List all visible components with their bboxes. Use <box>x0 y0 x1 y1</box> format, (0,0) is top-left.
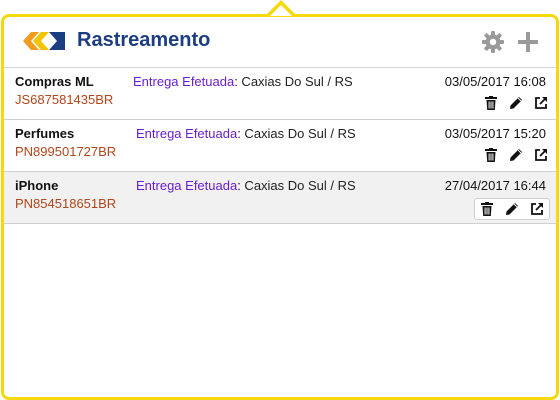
tracking-code: PN854518651BR <box>15 196 117 211</box>
status-datetime: 03/05/2017 16:08 <box>444 74 546 89</box>
tracking-code: PN899501727BR <box>15 144 117 159</box>
status-location: : Caxias Do Sul / RS <box>237 178 356 193</box>
tracking-row[interactable]: iPhone PN854518651BR Entrega Efetuada: C… <box>4 172 556 224</box>
status-label: Entrega Efetuada <box>133 74 235 89</box>
item-name: Perfumes <box>15 126 75 141</box>
external-link-icon <box>531 203 543 215</box>
open-external-button[interactable] <box>532 94 550 112</box>
pencil-icon <box>510 97 522 109</box>
status-location: : Caxias Do Sul / RS <box>234 74 353 89</box>
row-actions <box>482 94 550 112</box>
status-label: Entrega Efetuada <box>136 178 238 193</box>
status-text: Entrega Efetuada: Caxias Do Sul / RS <box>136 178 356 193</box>
row-actions <box>474 198 550 220</box>
delete-button[interactable] <box>482 94 500 112</box>
status-datetime: 03/05/2017 15:20 <box>444 126 546 141</box>
open-external-button[interactable] <box>532 146 550 164</box>
popup-header: Rastreamento <box>4 17 556 68</box>
pencil-icon <box>506 203 518 215</box>
pencil-icon <box>510 149 522 161</box>
external-link-icon <box>535 97 547 109</box>
edit-button[interactable] <box>507 146 525 164</box>
tracking-code: JS687581435BR <box>15 92 114 107</box>
trash-icon <box>485 148 497 162</box>
item-name: iPhone <box>15 178 59 193</box>
gear-icon <box>482 31 504 53</box>
tracking-popup: Rastreamento Compras ML JS687581435BR En… <box>1 14 559 400</box>
correios-logo-icon <box>23 32 65 50</box>
delete-button[interactable] <box>482 146 500 164</box>
page-title: Rastreamento <box>77 29 211 51</box>
add-tracking-button[interactable] <box>516 30 540 59</box>
edit-button[interactable] <box>503 200 521 218</box>
status-datetime: 27/04/2017 16:44 <box>444 178 546 193</box>
trash-icon <box>481 202 493 216</box>
row-actions <box>482 146 550 164</box>
trash-icon <box>485 96 497 110</box>
status-text: Entrega Efetuada: Caxias Do Sul / RS <box>133 74 353 89</box>
plus-icon <box>518 32 538 52</box>
delete-button[interactable] <box>478 200 496 218</box>
edit-button[interactable] <box>507 94 525 112</box>
popup-caret-inner <box>270 5 292 16</box>
tracking-row[interactable]: Compras ML JS687581435BR Entrega Efetuad… <box>4 68 556 120</box>
status-text: Entrega Efetuada: Caxias Do Sul / RS <box>136 126 356 141</box>
external-link-icon <box>535 149 547 161</box>
tracking-row[interactable]: Perfumes PN899501727BR Entrega Efetuada:… <box>4 120 556 172</box>
tracking-list: Compras ML JS687581435BR Entrega Efetuad… <box>4 68 556 224</box>
open-external-button[interactable] <box>528 200 546 218</box>
settings-button[interactable] <box>481 30 505 59</box>
item-name: Compras ML <box>15 74 94 89</box>
status-label: Entrega Efetuada <box>136 126 238 141</box>
status-location: : Caxias Do Sul / RS <box>237 126 356 141</box>
